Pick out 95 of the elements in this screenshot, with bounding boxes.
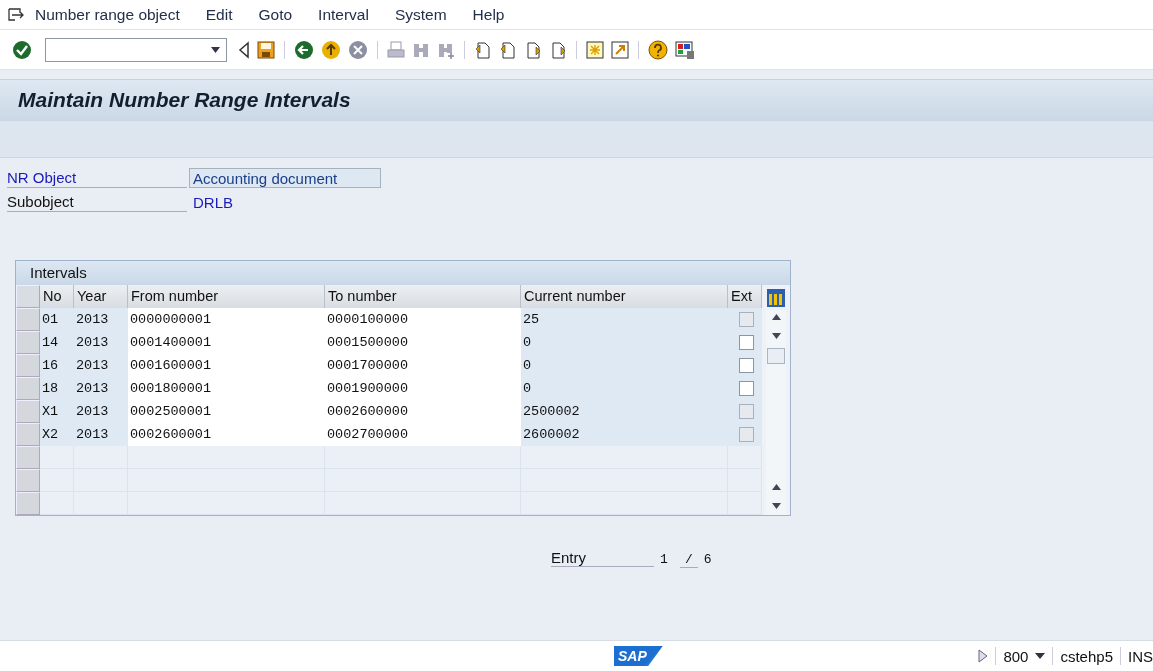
entry-label: Entry bbox=[551, 549, 654, 567]
screen-title: Maintain Number Range Intervals bbox=[18, 88, 351, 112]
table-cell[interactable]: 0002600001 bbox=[128, 423, 325, 446]
table-cell: 01 bbox=[40, 308, 74, 331]
table-cell: 2013 bbox=[74, 423, 128, 446]
table-cell[interactable]: 0002500001 bbox=[128, 400, 325, 423]
entry-separator: / bbox=[679, 552, 698, 568]
new-window-icon[interactable] bbox=[586, 40, 604, 59]
save-icon[interactable] bbox=[257, 40, 275, 59]
column-header[interactable]: No bbox=[40, 285, 74, 308]
field-label: Subobject bbox=[7, 192, 187, 212]
menu-item[interactable]: Edit bbox=[205, 5, 233, 24]
table-cell: 2013 bbox=[74, 308, 128, 331]
table-cell[interactable]: 0001800001 bbox=[128, 377, 325, 400]
row-selector[interactable] bbox=[16, 331, 40, 354]
client-number: 800 bbox=[1003, 647, 1029, 665]
table-cell: X1 bbox=[40, 400, 74, 423]
table-cell[interactable]: 0002600000 bbox=[325, 400, 521, 423]
table-cell: 2500002 bbox=[521, 400, 728, 423]
help-icon[interactable] bbox=[648, 39, 668, 60]
table-cell[interactable]: 0000100000 bbox=[325, 308, 521, 331]
row-selector[interactable] bbox=[16, 423, 40, 446]
table-cell: 16 bbox=[40, 354, 74, 377]
column-header[interactable]: Year bbox=[74, 285, 128, 308]
checkbox[interactable] bbox=[738, 335, 754, 350]
table-cell: 2013 bbox=[74, 377, 128, 400]
print-icon[interactable] bbox=[387, 40, 405, 59]
check-icon[interactable] bbox=[12, 39, 32, 60]
row-selector[interactable] bbox=[16, 469, 40, 492]
table-cell: 2013 bbox=[74, 400, 128, 423]
command-field[interactable] bbox=[45, 37, 227, 62]
menu-item[interactable]: Number range object bbox=[35, 5, 180, 24]
back-icon[interactable] bbox=[238, 40, 250, 59]
row-selector[interactable] bbox=[16, 446, 40, 469]
table-cell: 0 bbox=[521, 377, 728, 400]
table-cell: 25 bbox=[521, 308, 728, 331]
table-cell: 2013 bbox=[74, 354, 128, 377]
shortcut-icon[interactable] bbox=[611, 40, 629, 59]
table-cell: 18 bbox=[40, 377, 74, 400]
table-cell[interactable]: 0001500000 bbox=[325, 331, 521, 354]
page-icon[interactable] bbox=[474, 40, 492, 59]
row-selector[interactable] bbox=[16, 492, 40, 515]
checkbox[interactable] bbox=[738, 381, 754, 396]
row-selector[interactable] bbox=[16, 400, 40, 423]
table-cell: X2 bbox=[40, 423, 74, 446]
checkbox[interactable] bbox=[738, 358, 754, 373]
entry-number: 1 bbox=[660, 552, 668, 567]
play-icon[interactable] bbox=[978, 649, 989, 663]
table-cell: 2013 bbox=[74, 331, 128, 354]
row-selector[interactable] bbox=[16, 377, 40, 400]
display-field: Accounting document bbox=[189, 168, 381, 188]
menu-item[interactable]: Goto bbox=[258, 5, 293, 24]
table-cell: 0 bbox=[521, 331, 728, 354]
column-settings-icon[interactable] bbox=[766, 288, 786, 308]
page-icon[interactable] bbox=[524, 40, 542, 59]
insert-mode: INS bbox=[1128, 647, 1153, 665]
table-cell[interactable]: 0001900000 bbox=[325, 377, 521, 400]
row-selector[interactable] bbox=[16, 354, 40, 377]
menu-item[interactable]: Help bbox=[472, 5, 505, 24]
system-name: cstehp5 bbox=[1060, 647, 1113, 665]
scroll-down-icon[interactable] bbox=[771, 333, 781, 339]
column-header[interactable]: From number bbox=[128, 285, 325, 308]
table-cell: 14 bbox=[40, 331, 74, 354]
table-cell: 0 bbox=[521, 354, 728, 377]
dropdown-icon[interactable] bbox=[211, 46, 220, 53]
table-title: Intervals bbox=[16, 261, 790, 285]
scroll-down-icon[interactable] bbox=[771, 503, 781, 509]
table-cell[interactable]: 0001600001 bbox=[128, 354, 325, 377]
exit-icon[interactable] bbox=[321, 39, 341, 60]
cancel-icon[interactable] bbox=[348, 39, 368, 60]
field-value: DRLB bbox=[192, 193, 233, 211]
sap-logo: SAP bbox=[614, 646, 663, 666]
select-all-button[interactable] bbox=[16, 285, 40, 308]
layout-icon[interactable] bbox=[675, 39, 695, 60]
page-icon[interactable] bbox=[549, 40, 567, 59]
field-label: NR Object bbox=[7, 168, 187, 188]
table-cell[interactable]: 0001700000 bbox=[325, 354, 521, 377]
menu-item[interactable]: Interval bbox=[318, 5, 369, 24]
dropdown-icon[interactable] bbox=[1035, 653, 1046, 659]
menu-item[interactable]: System bbox=[394, 5, 447, 24]
table-cell[interactable]: 0000000001 bbox=[128, 308, 325, 331]
scrollbar[interactable] bbox=[766, 310, 786, 515]
table-cell[interactable]: 0002700000 bbox=[325, 423, 521, 446]
window-menu-icon[interactable] bbox=[7, 6, 25, 23]
column-header[interactable]: To number bbox=[325, 285, 521, 308]
column-header[interactable]: Ext bbox=[728, 285, 762, 308]
scroll-thumb[interactable] bbox=[767, 348, 785, 364]
page-icon[interactable] bbox=[499, 40, 517, 59]
entry-total: 6 bbox=[703, 552, 712, 567]
scroll-up-icon[interactable] bbox=[771, 314, 781, 320]
row-selector[interactable] bbox=[16, 308, 40, 331]
scroll-up-icon[interactable] bbox=[771, 484, 781, 490]
column-header[interactable]: Current number bbox=[521, 285, 728, 308]
table-cell: 2600002 bbox=[521, 423, 728, 446]
table-cell[interactable]: 0001400001 bbox=[128, 331, 325, 354]
